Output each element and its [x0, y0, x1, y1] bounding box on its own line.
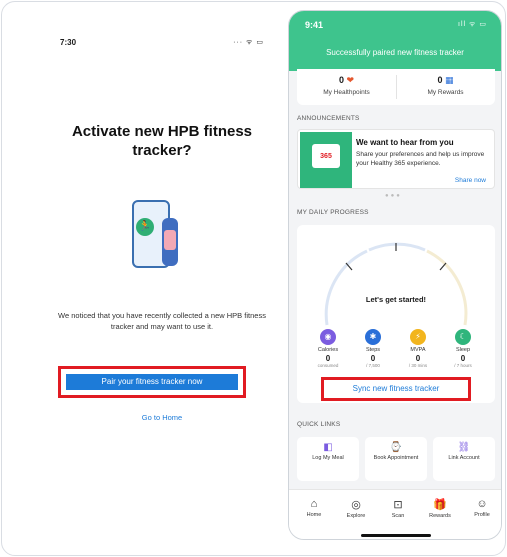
pair-button-highlight: Pair your fitness tracker now	[58, 366, 246, 398]
sleep-icon: ☾	[455, 329, 471, 345]
quick-links: ◧ Log My Meal ⌚ Book Appointment ⛓ Link Accou…	[297, 437, 495, 481]
metric-calories[interactable]: ◉ Calories 0 consumed	[305, 329, 351, 368]
nav-scan[interactable]: ⊡ Scan	[377, 498, 419, 519]
points-card: 0 ❤ My Healthpoints 0 ▦ My Rewards	[297, 69, 495, 105]
quick-link-1[interactable]: ⌚ Book Appointment	[365, 437, 427, 481]
sync-button-highlight: Sync new fitness tracker	[321, 377, 471, 401]
progress-gauge	[324, 242, 468, 326]
steps-icon: ✱	[365, 329, 381, 345]
go-to-home-link[interactable]: Go to Home	[42, 413, 282, 422]
daily-progress-card: Let's get started! ◉ Calories 0 consumed ✱ St…	[297, 225, 495, 403]
status-icons: ıll ᯤ ▭	[458, 21, 487, 28]
scan-icon: ⊡	[393, 499, 403, 511]
quick-link-2[interactable]: ⛓ Link Account	[433, 437, 495, 481]
announcement-body: Share your preferences and help us impro…	[356, 151, 485, 167]
nav-profile[interactable]: ☺ Profile	[461, 498, 501, 518]
profile-icon: ☺	[476, 498, 488, 510]
nav-home[interactable]: ⌂ Home	[293, 498, 335, 518]
announcement-card[interactable]: 365 We want to hear from you Share your …	[297, 129, 495, 189]
success-banner: Successfully paired new fitness tracker	[326, 48, 464, 57]
carousel-dots: ●●●	[385, 193, 402, 199]
status-time: 7:30	[60, 38, 77, 47]
activate-tracker-screen: 7:30 ··· ᯤ ▭ Activate new HPB fitness tr…	[42, 28, 282, 448]
announcement-image: 365	[300, 132, 352, 188]
calories-icon: ◉	[320, 329, 336, 345]
quick-link-icon: ⛓	[457, 442, 471, 453]
heart-icon: ❤	[346, 75, 355, 85]
description-text: We noticed that you have recently collec…	[58, 311, 266, 331]
mvpa-icon: ⚡	[410, 329, 426, 345]
home-icon: ⌂	[310, 498, 318, 510]
rewards-item[interactable]: 0 ▦ My Rewards	[396, 75, 495, 96]
rewards-icon: ▦	[445, 75, 454, 85]
announcement-title: We want to hear from you	[356, 138, 454, 147]
pair-tracker-button[interactable]: Pair your fitness tracker now	[66, 374, 238, 390]
status-time: 9:41	[305, 20, 324, 30]
screenshot-frame: 7:30 ··· ᯤ ▭ Activate new HPB fitness tr…	[1, 1, 506, 556]
metric-steps[interactable]: ✱ Steps 0/ 7,500	[350, 329, 396, 368]
nav-explore[interactable]: ◎ Explore	[335, 498, 377, 519]
runner-icon: 🏃	[136, 218, 154, 236]
bottom-navigation: ⌂ Home ◎ Explore ⊡ Scan 🎁 Rewards ☺ Profile	[289, 489, 501, 539]
home-screen: 9:41 ıll ᯤ ▭ Successfully paired new fit…	[288, 10, 502, 540]
status-icons: ··· ᯤ ▭	[233, 39, 264, 46]
calendar-icon: 365	[312, 144, 340, 168]
status-bar: 7:30 ··· ᯤ ▭	[42, 38, 282, 52]
quick-link-0[interactable]: ◧ Log My Meal	[297, 437, 359, 481]
page-title: Activate new HPB fitness tracker?	[71, 123, 253, 159]
share-now-link[interactable]: Share now	[455, 177, 486, 184]
home-indicator	[361, 534, 431, 537]
phone-tracker-illustration: 🏃	[126, 198, 196, 288]
metric-mvpa[interactable]: ⚡ MVPA 0/ 30 mins	[395, 329, 441, 368]
progress-status: Let's get started!	[365, 295, 427, 304]
fitness-band-icon	[162, 218, 178, 266]
metrics-row: ◉ Calories 0 consumed ✱ Steps 0/ 7,500 ⚡ MVPA 0/ …	[305, 329, 487, 369]
success-header: 9:41 ıll ᯤ ▭ Successfully paired new fit…	[289, 11, 501, 71]
quick-link-icon: ⌚	[389, 442, 403, 453]
explore-icon: ◎	[351, 499, 361, 511]
quick-link-icon: ◧	[323, 442, 333, 453]
nav-rewards[interactable]: 🎁 Rewards	[419, 498, 461, 519]
quick-links-header: QUICK LINKS	[297, 421, 341, 428]
rewards-icon: 🎁	[433, 499, 447, 511]
healthpoints-item[interactable]: 0 ❤ My Healthpoints	[297, 75, 396, 96]
metric-sleep[interactable]: ☾ Sleep 0/ 7 hours	[440, 329, 486, 368]
announcements-header: ANNOUNCEMENTS	[297, 115, 360, 122]
progress-header: MY DAILY PROGRESS	[297, 209, 369, 216]
sync-tracker-button[interactable]: Sync new fitness tracker	[324, 380, 468, 398]
